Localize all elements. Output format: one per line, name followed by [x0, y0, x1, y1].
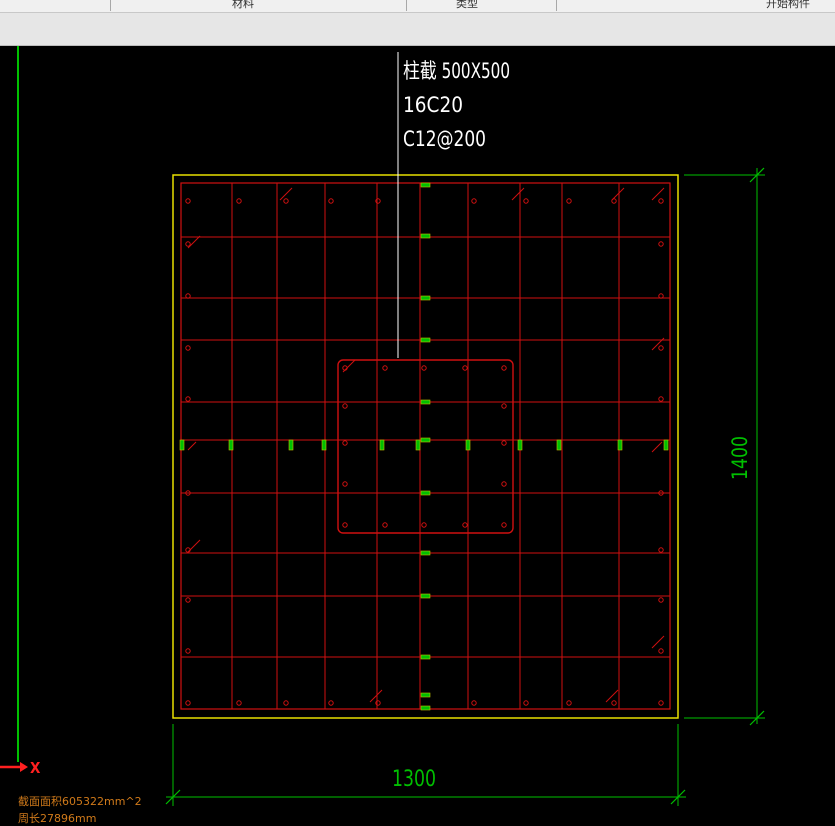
annotation-section: 柱截 500X500: [403, 59, 510, 83]
stirrup-outer: [180, 182, 671, 710]
rebar-dot: [185, 396, 191, 402]
rebar-dot: [501, 365, 507, 371]
bar-tick-horizontal: [288, 439, 294, 451]
rebar-hook: [187, 441, 197, 451]
rebar-dot: [185, 345, 191, 351]
rebar-dot: [185, 648, 191, 654]
bar-tick-horizontal: [228, 439, 234, 451]
rebar-dot: [421, 365, 427, 371]
bar-tick-vertical: [420, 593, 431, 599]
rebar-dot: [658, 198, 664, 204]
bar-tick-vertical: [420, 654, 431, 660]
rebar-dot: [283, 198, 289, 204]
rebar-dot: [185, 597, 191, 603]
bar-tick-vertical: [420, 437, 431, 443]
bar-tick-horizontal: [663, 439, 669, 451]
rebar-hook: [369, 689, 383, 703]
rebar-dot: [375, 198, 381, 204]
rebar-hook: [651, 635, 665, 649]
rebar-dot: [566, 198, 572, 204]
rebar-dot: [611, 700, 617, 706]
rebar-hook: [187, 539, 201, 553]
rebar-dot: [501, 440, 507, 446]
bar-tick-vertical: [420, 182, 431, 188]
rebar-hook: [605, 689, 619, 703]
rebar-hook: [651, 187, 665, 201]
rebar-hooks: [187, 187, 665, 703]
rebar-dot: [501, 403, 507, 409]
rebar-dot: [566, 700, 572, 706]
bar-tick-horizontal: [415, 439, 421, 451]
rebar-dot: [382, 522, 388, 528]
rebar-dot: [342, 481, 348, 487]
bar-tick-vertical: [420, 295, 431, 301]
rebar-dot: [283, 700, 289, 706]
bar-tick-horizontal: [321, 439, 327, 451]
dim-text-vertical: 1400: [728, 436, 752, 480]
rebar-dot: [342, 403, 348, 409]
rebar-dot: [421, 522, 427, 528]
cad-drawing[interactable]: 柱截 500X500 16C20 C12@200 1400 1300 X: [0, 0, 835, 825]
section-outline: [172, 174, 679, 719]
rebar-dot: [462, 522, 468, 528]
rebar-dot: [236, 700, 242, 706]
rebar-dot: [658, 597, 664, 603]
rebar-dot: [185, 700, 191, 706]
bar-tick-horizontal: [465, 439, 471, 451]
rebar-dot: [471, 198, 477, 204]
rebar-dot: [236, 198, 242, 204]
rebar-dot: [658, 547, 664, 553]
bar-tick-vertical: [420, 692, 431, 698]
axis-x-label: X: [30, 759, 41, 777]
bar-tick-vertical: [420, 490, 431, 496]
rebar-hook: [279, 187, 293, 201]
rebar-dot: [501, 522, 507, 528]
column-stirrup: [337, 359, 514, 534]
rebar-dots: [185, 198, 664, 706]
rebar-dot: [328, 198, 334, 204]
rebar-dot: [185, 198, 191, 204]
annotation-main-bars: 16C20: [403, 93, 463, 117]
rebar-dot: [658, 345, 664, 351]
bar-tick-vertical: [420, 233, 431, 239]
rebar-hook: [651, 441, 663, 453]
bar-tick-horizontal: [617, 439, 623, 451]
rebar-grid: [181, 183, 670, 709]
rebar-dot: [658, 700, 664, 706]
bar-tick-vertical: [420, 550, 431, 556]
bar-ticks: [179, 182, 669, 711]
rebar-dot: [185, 241, 191, 247]
dim-text-horizontal: 1300: [392, 767, 436, 792]
bar-tick-vertical: [420, 337, 431, 343]
rebar-dot: [462, 365, 468, 371]
bar-tick-horizontal: [179, 439, 185, 451]
bar-tick-vertical: [420, 705, 431, 711]
annotation-stirrup: C12@200: [403, 127, 486, 151]
rebar-dot: [501, 481, 507, 487]
rebar-dot: [328, 700, 334, 706]
rebar-dot: [523, 198, 529, 204]
bar-tick-horizontal: [517, 439, 523, 451]
rebar-dot: [658, 648, 664, 654]
rebar-dot: [375, 700, 381, 706]
rebar-dot: [342, 522, 348, 528]
rebar-dot: [471, 700, 477, 706]
rebar-dot: [342, 440, 348, 446]
bar-tick-horizontal: [379, 439, 385, 451]
rebar-dot: [523, 700, 529, 706]
rebar-dot: [382, 365, 388, 371]
rebar-hook: [511, 187, 525, 201]
rebar-dot: [658, 396, 664, 402]
status-perimeter: 周长27896mm: [18, 812, 97, 825]
axis-x-arrow-head: [20, 762, 28, 772]
status-area: 截面面积605322mm^2: [18, 795, 142, 808]
rebar-dot: [658, 241, 664, 247]
bar-tick-horizontal: [556, 439, 562, 451]
bar-tick-vertical: [420, 399, 431, 405]
rebar-hook: [611, 187, 625, 201]
